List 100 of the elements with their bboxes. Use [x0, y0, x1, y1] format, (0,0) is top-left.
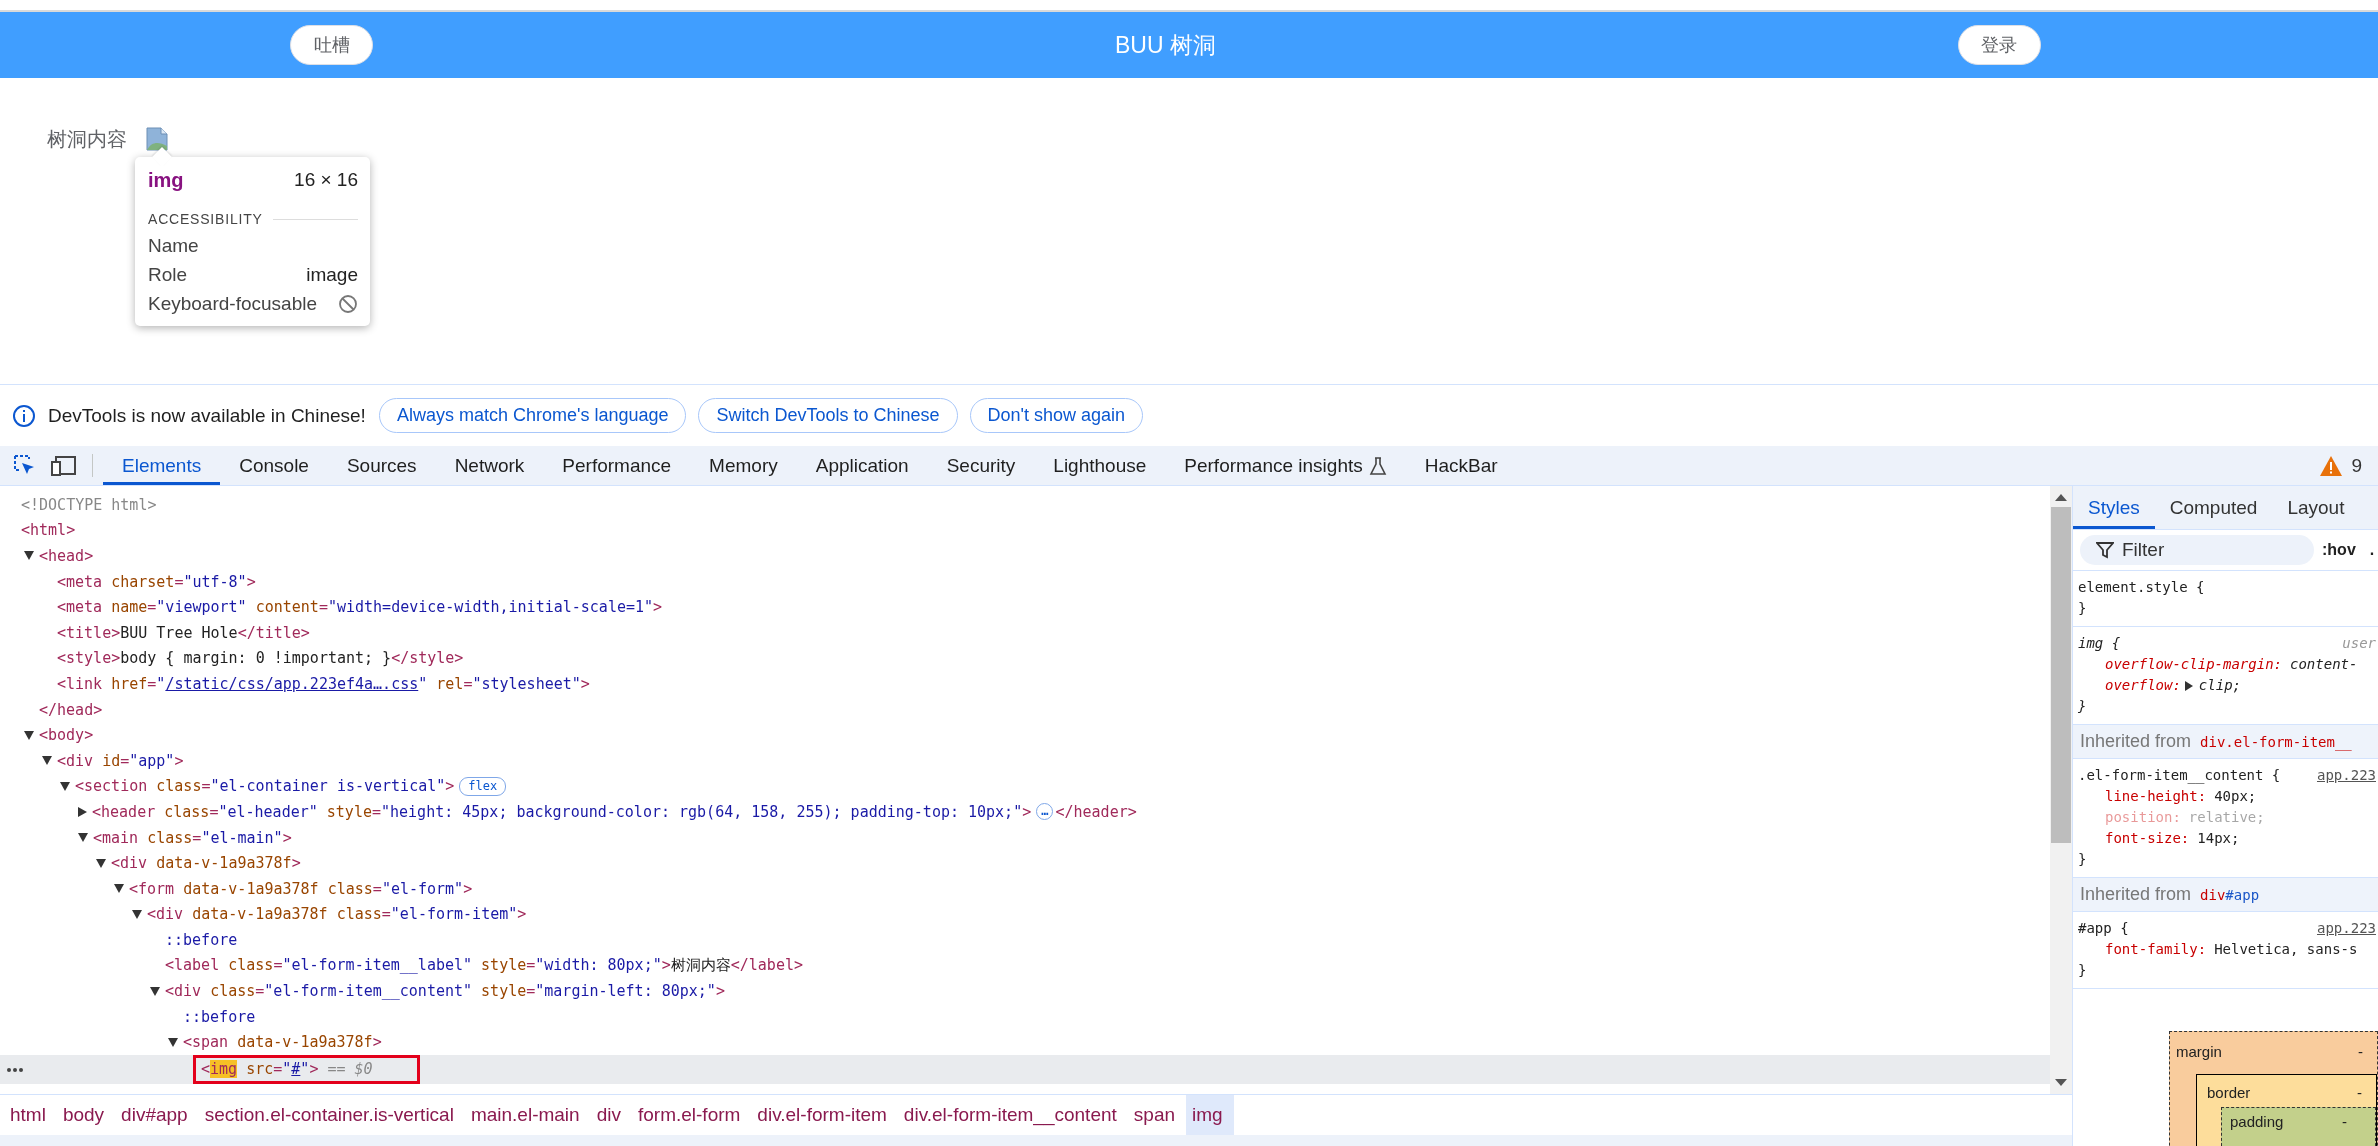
- section-label: Inherited from: [2080, 731, 2192, 752]
- source-link[interactable]: app.223: [2317, 918, 2376, 939]
- sidebar-tab[interactable]: Styles: [2073, 486, 2155, 529]
- dom-node-line: <span data-v-1a9a378f>: [183, 1033, 382, 1052]
- dom-node-line: <body>: [39, 726, 94, 745]
- css-selector: #app {: [2078, 919, 2129, 938]
- box-value: -: [2342, 1112, 2347, 1130]
- breadcrumb[interactable]: html: [4, 1095, 57, 1135]
- devtools-tab[interactable]: Elements: [103, 446, 221, 485]
- expand-triangle-icon[interactable]: [78, 806, 87, 817]
- devtools-tab[interactable]: Network: [435, 446, 544, 485]
- css-selector: img {: [2078, 634, 2121, 653]
- breadcrumb[interactable]: div: [590, 1095, 632, 1135]
- collapse-triangle-icon[interactable]: [24, 551, 34, 561]
- css-value: Helvetica, sans-s: [2214, 940, 2358, 959]
- link[interactable]: /static/css/app.223ef4a….css: [165, 674, 419, 693]
- collapse-triangle-icon[interactable]: [96, 858, 106, 868]
- collapse-triangle-icon[interactable]: [60, 781, 70, 791]
- css-property: position:: [2105, 808, 2181, 827]
- box-label: margin: [2176, 1042, 2223, 1060]
- dom-node-line: <title>BUU Tree Hole</title>: [57, 623, 310, 642]
- devtools-tab[interactable]: HackBar: [1405, 446, 1517, 485]
- complain-button[interactable]: 吐槽: [290, 25, 373, 65]
- property-value: image: [306, 263, 358, 286]
- issue-count[interactable]: 9: [2351, 454, 2362, 477]
- sidebar-tab[interactable]: Computed: [2154, 486, 2273, 529]
- devtools-tab[interactable]: Lighthouse: [1034, 446, 1166, 485]
- element-link[interactable]: div#app: [2200, 886, 2260, 903]
- dom-node-line: <label class="el-form-item__label" style="width: 80px;">树洞内容</label>: [165, 956, 803, 975]
- box-label: padding: [2230, 1112, 2285, 1130]
- expand-triangle-icon[interactable]: [2184, 680, 2193, 691]
- devtools-tab[interactable]: Security: [927, 446, 1035, 485]
- more-icon: [6, 1067, 24, 1074]
- element-size: 16 × 16: [294, 169, 358, 191]
- closing-brace: }: [2078, 961, 2087, 980]
- breadcrumb[interactable]: div.el-form-item__content: [897, 1095, 1128, 1135]
- dom-node-line: <form data-v-1a9a378f class="el-form">: [129, 879, 473, 898]
- dom-node-line: <style>body { margin: 0 !important; }</style>: [57, 649, 464, 668]
- closing-tag: </header>: [1055, 802, 1137, 821]
- breadcrumb[interactable]: div#app: [115, 1095, 199, 1135]
- dom-node-line: <meta name="viewport" content="width=device-width,initial-scale=1">: [57, 598, 663, 617]
- breadcrumb[interactable]: div.el-form-item: [751, 1095, 898, 1135]
- closing-brace: }: [2078, 850, 2087, 869]
- css-property: line-height:: [2105, 787, 2207, 806]
- devtools-tab[interactable]: Console: [220, 446, 328, 485]
- breadcrumb[interactable]: span: [1127, 1095, 1186, 1135]
- css-value: 40px;: [2214, 787, 2257, 806]
- login-button[interactable]: 登录: [1958, 25, 2041, 65]
- dom-node-line: <main class="el-main">: [93, 828, 292, 847]
- dom-node-line: ::before: [165, 930, 238, 949]
- collapse-triangle-icon[interactable]: [42, 756, 52, 766]
- collapse-triangle-icon[interactable]: [168, 1037, 178, 1047]
- filter-field[interactable]: Filter: [2080, 535, 2314, 565]
- breadcrumb[interactable]: form.el-form: [631, 1095, 752, 1135]
- dom-node-line: <div data-v-1a9a378f class="el-form-item">: [147, 905, 527, 924]
- hover-state-button[interactable]: :hov: [2322, 541, 2356, 559]
- banner-button[interactable]: Don't show again: [969, 398, 1144, 433]
- collapse-triangle-icon[interactable]: [78, 833, 88, 842]
- dom-node-line: <!DOCTYPE html>: [21, 495, 157, 514]
- banner-message: DevTools is now available in Chinese!: [48, 404, 366, 427]
- devtools-tab[interactable]: Application: [796, 446, 928, 485]
- collapse-triangle-icon[interactable]: [150, 986, 160, 996]
- box-value: -: [2357, 1083, 2362, 1101]
- class-button[interactable]: .: [2363, 541, 2375, 559]
- scrollbar[interactable]: [2050, 486, 2072, 1094]
- dom-node-line: <div id="app">: [57, 751, 184, 770]
- collapse-triangle-icon[interactable]: [114, 884, 124, 894]
- dom-node-line: <meta charset="utf-8">: [57, 572, 256, 591]
- element-tag: img: [148, 168, 184, 192]
- flask-icon: [1368, 455, 1387, 476]
- css-selector: element.style {: [2078, 578, 2205, 597]
- devtools-tab[interactable]: Performance: [543, 446, 691, 485]
- breadcrumb[interactable]: main.el-main: [464, 1095, 591, 1135]
- breadcrumb[interactable]: body: [56, 1095, 116, 1135]
- box-value: -: [2358, 1042, 2363, 1060]
- devtools-tab[interactable]: Performance insights: [1165, 446, 1406, 485]
- layout-badge[interactable]: flex: [459, 776, 507, 796]
- link[interactable]: #: [291, 1060, 301, 1079]
- closing-brace: }: [2078, 697, 2087, 716]
- banner-button[interactable]: Always match Chrome's language: [378, 398, 687, 433]
- property-label: Keyboard-focusable: [148, 292, 317, 315]
- breadcrumb[interactable]: section.el-container.is-vertical: [198, 1095, 465, 1135]
- breadcrumb[interactable]: img: [1186, 1095, 1234, 1135]
- section-label: ACCESSIBILITY: [148, 211, 263, 227]
- collapse-triangle-icon[interactable]: [24, 730, 34, 740]
- source-link[interactable]: app.223: [2317, 765, 2376, 786]
- expand-dots-button[interactable]: …: [1036, 803, 1054, 821]
- css-property: font-size:: [2105, 829, 2190, 848]
- banner-button[interactable]: Switch DevTools to Chinese: [698, 398, 958, 433]
- horizontal-scrollbar[interactable]: [0, 1135, 2072, 1146]
- css-property: font-family:: [2105, 940, 2207, 959]
- devtools-tab[interactable]: Sources: [327, 446, 436, 485]
- css-property: overflow:: [2105, 676, 2181, 695]
- sidebar-tab[interactable]: Layout: [2272, 486, 2360, 529]
- devtools-tab[interactable]: Memory: [690, 446, 797, 485]
- closing-brace: }: [2078, 599, 2087, 618]
- element-link[interactable]: div.el-form-item__: [2200, 733, 2352, 750]
- dom-node-line: <header class="el-header" style="height: 45px; background-color: rgb(64, 158, 255); padding-top: 10px;">: [92, 802, 1032, 821]
- collapse-triangle-icon[interactable]: [132, 909, 142, 919]
- property-label: Role: [148, 263, 188, 286]
